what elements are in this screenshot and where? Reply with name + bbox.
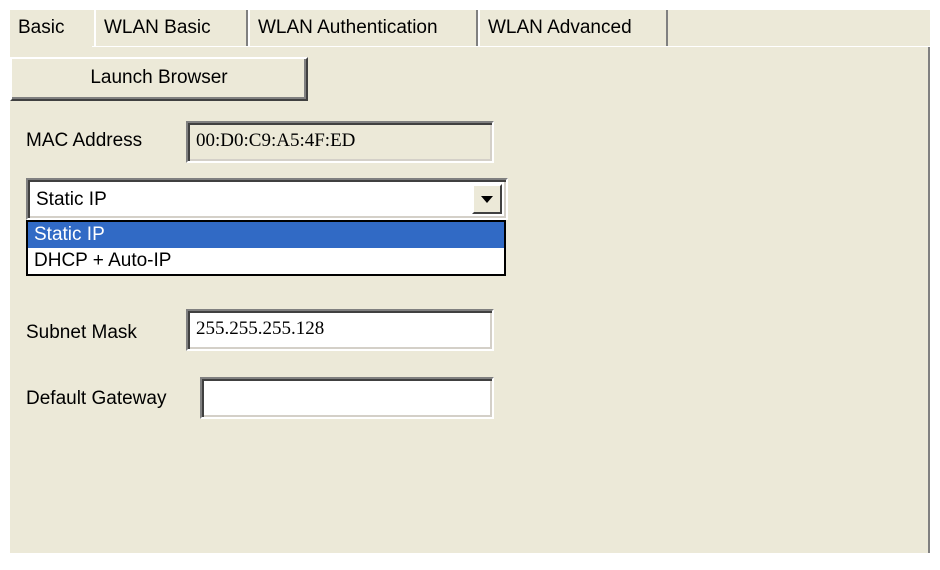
ip-mode-selected: Static IP [36, 189, 107, 210]
ip-mode-dropdown-list: Static IP DHCP + Auto-IP [26, 220, 506, 276]
ip-mode-select[interactable]: Static IP [26, 178, 508, 220]
tab-wlan-advanced[interactable]: WLAN Advanced [478, 10, 668, 46]
subnet-mask-input[interactable]: 255.255.255.128 [186, 309, 494, 351]
subnet-mask-label: Subnet Mask [26, 322, 137, 343]
default-gateway-label: Default Gateway [26, 388, 167, 409]
default-gateway-input[interactable] [200, 377, 494, 419]
launch-browser-button[interactable]: Launch Browser [10, 57, 308, 101]
tab-wlan-basic[interactable]: WLAN Basic [94, 10, 248, 46]
mac-address-field: 00:D0:C9:A5:4F:ED [186, 121, 494, 163]
ip-mode-dropdown-button[interactable] [472, 184, 502, 214]
option-static-ip[interactable]: Static IP [28, 222, 504, 248]
tab-strip: Basic WLAN Basic WLAN Authentication WLA… [10, 10, 930, 48]
option-dhcp-auto-ip[interactable]: DHCP + Auto-IP [28, 248, 504, 274]
tab-wlan-authentication[interactable]: WLAN Authentication [248, 10, 478, 46]
tab-basic[interactable]: Basic [10, 10, 92, 48]
tab-panel-basic: Launch Browser MAC Address 00:D0:C9:A5:4… [10, 47, 930, 553]
panel-edge [928, 47, 930, 553]
chevron-down-icon [481, 196, 493, 203]
mac-address-label: MAC Address [26, 130, 143, 151]
